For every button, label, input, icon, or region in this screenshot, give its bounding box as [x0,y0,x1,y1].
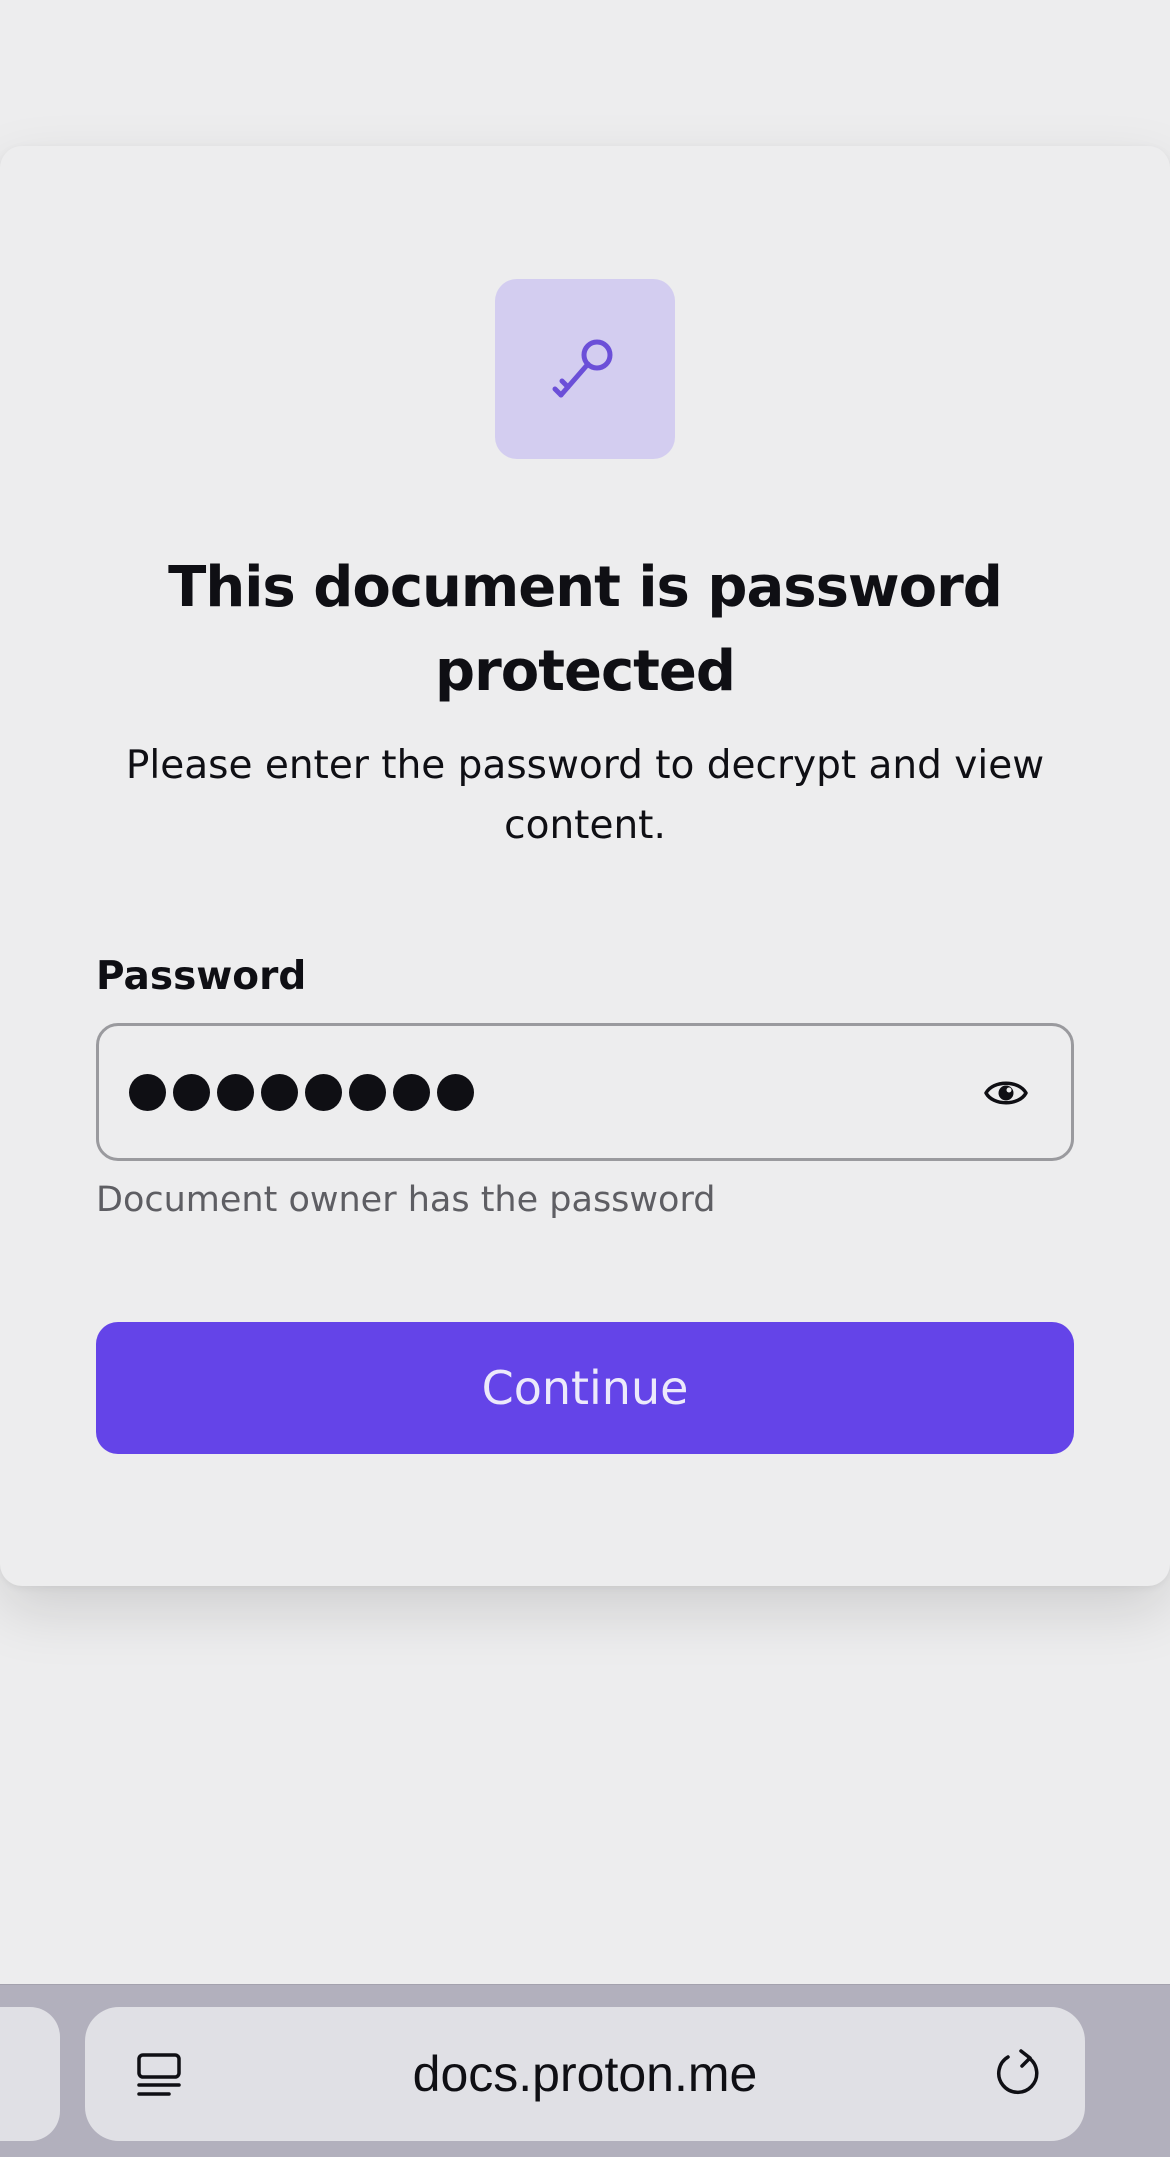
password-dot [349,1073,386,1111]
dialog-title: This document is password protected [168,555,1003,704]
dialog-subtitle: Please enter the password to decrypt and… [125,743,1045,848]
continue-button[interactable]: Continue [96,1322,1074,1454]
password-dot [393,1073,430,1111]
password-dot [437,1073,474,1111]
previous-tab[interactable] [0,2007,60,2141]
password-dot [305,1073,342,1111]
reload-icon[interactable] [991,2047,1045,2101]
key-icon-tile [495,279,675,459]
password-hint: Document owner has the password [96,1180,716,1220]
page: This document is password protected Plea… [0,0,1170,2157]
password-label: Password [96,954,307,999]
password-dot [173,1073,210,1111]
password-masked-value [129,1026,474,1158]
eye-icon [984,1081,1028,1105]
password-input[interactable] [96,1023,1074,1161]
show-password-button[interactable] [981,1068,1031,1118]
address-bar[interactable]: docs.proton.me [85,2007,1085,2141]
password-dot [217,1073,254,1111]
password-dot [261,1073,298,1111]
browser-toolbar: docs.proton.me [0,1984,1170,2157]
password-dot [129,1073,166,1111]
key-icon [552,339,613,398]
password-dialog: This document is password protected Plea… [0,146,1170,1586]
url-text: docs.proton.me [412,2046,758,2102]
